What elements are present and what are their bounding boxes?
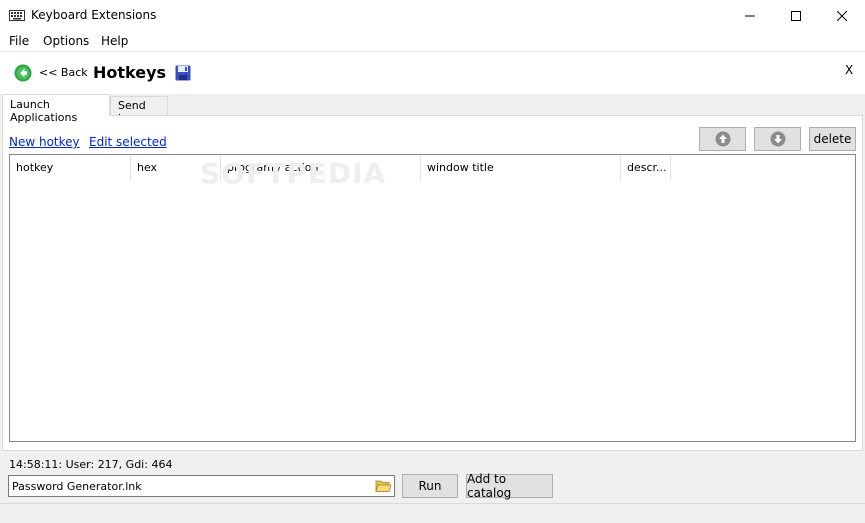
hotkey-list[interactable]: hotkey hex program / action window title… [9,154,856,442]
delete-button[interactable]: delete [809,127,856,151]
close-panel-button[interactable]: X [845,63,853,77]
keyboard-icon [9,10,25,21]
status-bar [0,503,865,523]
tab-launch-applications[interactable]: Launch Applications [2,94,110,124]
browse-button[interactable] [373,477,394,495]
menu-bar: File Options Help [0,31,865,52]
arrow-down-icon [770,131,785,147]
page-header: << Back Hotkeys X [0,52,865,94]
move-down-button[interactable] [754,127,801,151]
column-header-description[interactable]: descr... [621,155,671,181]
tab-label: Launch Applications [10,98,78,124]
back-arrow-icon[interactable] [14,64,32,82]
add-to-catalog-button[interactable]: Add to catalog [466,472,553,500]
path-input[interactable]: Password Generator.lnk [8,475,395,497]
tab-send-keys[interactable]: Send keys [110,96,168,125]
add-to-catalog-label: Add to catalog [467,472,512,500]
close-window-button[interactable] [819,0,865,31]
move-up-button[interactable] [699,127,746,151]
floppy-disk-icon[interactable] [175,65,191,81]
column-header-hotkey[interactable]: hotkey [10,155,131,181]
status-text: 14:58:11: User: 217, Gdi: 464 [9,458,173,471]
run-button[interactable]: Run [402,474,458,498]
new-hotkey-link[interactable]: New hotkey [9,135,80,149]
page-title: Hotkeys [93,63,167,82]
tab-panel: New hotkey Edit selected delete hotkey h… [2,115,863,451]
arrow-up-icon [715,131,730,147]
back-link[interactable]: << Back [39,66,88,79]
menu-help[interactable]: Help [101,34,128,48]
maximize-button[interactable] [773,0,819,31]
maximize-icon [791,10,801,21]
folder-open-icon [375,480,392,492]
column-header-window-title[interactable]: window title [421,155,621,181]
menu-options[interactable]: Options [43,34,89,48]
watermark: SOFTPEDIA [200,157,387,190]
close-icon [837,10,847,21]
title-bar: Keyboard Extensions [0,0,865,31]
menu-file[interactable]: File [9,34,29,48]
minimize-icon [745,15,755,16]
edit-selected-link[interactable]: Edit selected [89,135,167,149]
window-title: Keyboard Extensions [31,8,157,22]
path-value: Password Generator.lnk [12,480,142,493]
minimize-button[interactable] [727,0,773,31]
delete-label: delete [813,132,852,146]
run-label: Run [418,479,442,493]
tab-strip: Launch Applications Send keys [0,94,865,125]
